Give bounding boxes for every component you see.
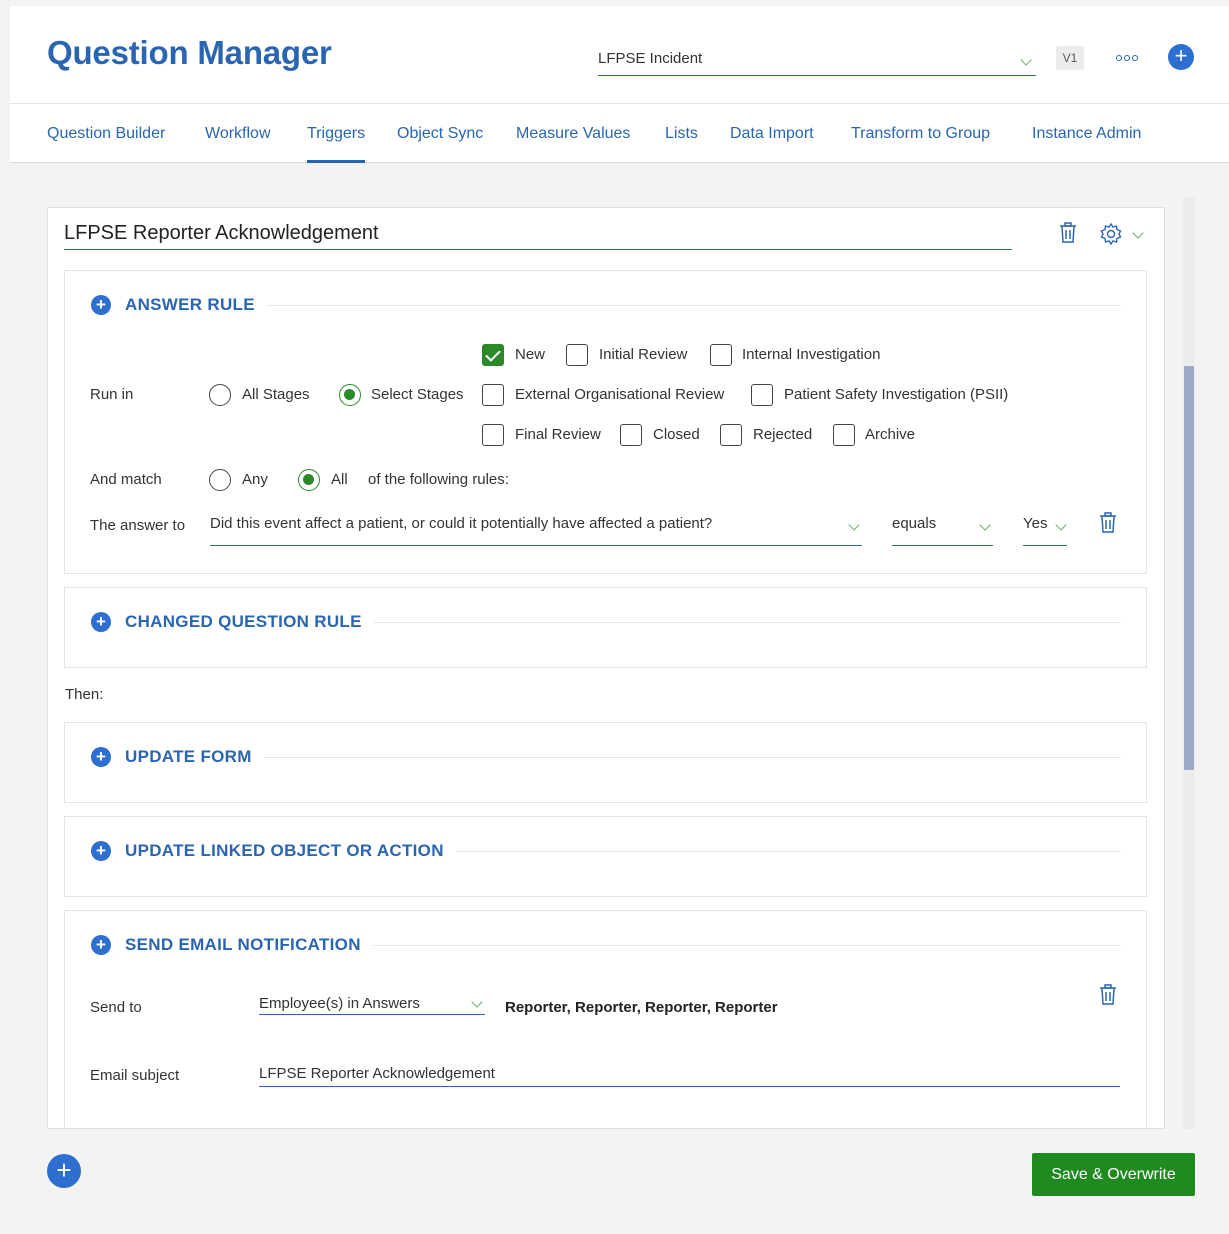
tab-data-import[interactable]: Data Import (730, 125, 814, 163)
version-badge[interactable]: V1 (1056, 46, 1084, 70)
send-to-label: Send to (90, 999, 142, 1016)
form-select-value: LFPSE Incident (598, 50, 703, 67)
checkbox-stage-closed[interactable] (620, 424, 642, 446)
chevron-down-icon (848, 519, 860, 531)
changed-question-rule-title: CHANGED QUESTION RULE (125, 612, 362, 631)
tab-workflow[interactable]: Workflow (205, 125, 271, 163)
app-title: Question Manager (47, 34, 332, 71)
email-subject-value: LFPSE Reporter Acknowledgement (259, 1065, 495, 1082)
checkbox-stage-initial-review[interactable] (566, 344, 588, 366)
add-changed-question-rule-icon[interactable]: + (91, 612, 111, 632)
trash-icon[interactable] (1099, 512, 1117, 534)
tab-transform-to-group[interactable]: Transform to Group (851, 125, 990, 163)
email-subject-label: Email subject (90, 1067, 180, 1084)
and-match-label: And match (90, 471, 162, 488)
gear-icon[interactable] (1099, 222, 1123, 246)
radio-match-any-label: Any (242, 471, 268, 488)
stage-label: External Organisational Review (515, 386, 725, 403)
add-trigger-button[interactable]: + (47, 1154, 81, 1188)
operator-select-value: equals (892, 515, 937, 532)
save-overwrite-button[interactable]: Save & Overwrite (1032, 1153, 1195, 1196)
stage-label: Archive (865, 426, 916, 443)
add-update-form-icon[interactable]: + (91, 747, 111, 767)
add-button[interactable]: + (1168, 44, 1194, 70)
radio-select-stages[interactable] (339, 384, 361, 406)
update-linked-section: + UPDATE LINKED OBJECT OR ACTION (64, 816, 1147, 897)
send-email-section: + SEND EMAIL NOTIFICATION Send to Employ… (64, 910, 1147, 1128)
changed-question-rule-section: + CHANGED QUESTION RULE (64, 587, 1147, 668)
stage-label: Final Review (515, 426, 601, 443)
update-linked-title: UPDATE LINKED OBJECT OR ACTION (125, 841, 444, 860)
add-send-email-icon[interactable]: + (91, 935, 111, 955)
app-header: Question Manager LFPSE Incident V1 + (10, 6, 1229, 103)
radio-select-stages-label: Select Stages (371, 386, 464, 403)
divider (372, 944, 1121, 946)
divider (455, 850, 1121, 852)
trigger-card: LFPSE Reporter Acknowledgement + ANSWER … (47, 207, 1165, 1129)
main-nav: Question Builder Workflow Triggers Objec… (10, 103, 1229, 163)
update-form-section: + UPDATE FORM (64, 722, 1147, 803)
checkbox-stage-final-review[interactable] (482, 424, 504, 446)
stage-label: New (515, 346, 546, 363)
question-select[interactable]: Did this event affect a patient, or coul… (210, 515, 862, 546)
form-select[interactable]: LFPSE Incident (598, 48, 1036, 76)
send-email-title: SEND EMAIL NOTIFICATION (125, 935, 361, 954)
tab-instance-admin[interactable]: Instance Admin (1032, 125, 1141, 163)
add-answer-rule-icon[interactable]: + (91, 295, 111, 315)
chevron-down-icon (1020, 54, 1032, 66)
chevron-down-icon[interactable] (1132, 227, 1144, 239)
chevron-down-icon (979, 519, 991, 531)
tab-question-builder[interactable]: Question Builder (47, 125, 165, 163)
match-suffix: of the following rules: (368, 471, 509, 488)
scrollbar-thumb[interactable] (1184, 366, 1194, 770)
tab-lists[interactable]: Lists (665, 125, 698, 163)
more-options-icon[interactable] (1116, 48, 1140, 68)
email-subject-input[interactable]: LFPSE Reporter Acknowledgement (259, 1065, 1120, 1087)
tab-measure-values[interactable]: Measure Values (516, 125, 630, 163)
radio-match-all-label: All (331, 471, 348, 488)
update-form-title: UPDATE FORM (125, 747, 252, 766)
answer-rule-section: + ANSWER RULE Run in All Stages Select S… (64, 270, 1147, 574)
radio-all-stages-label: All Stages (242, 386, 310, 403)
checkbox-stage-internal-investigation[interactable] (710, 344, 732, 366)
tab-object-sync[interactable]: Object Sync (397, 125, 483, 163)
stage-label: Internal Investigation (742, 346, 881, 363)
send-to-select[interactable]: Employee(s) in Answers (259, 995, 485, 1015)
stage-label: Initial Review (599, 346, 688, 363)
checkbox-stage-external-review[interactable] (482, 384, 504, 406)
send-to-select-value: Employee(s) in Answers (259, 995, 420, 1012)
checkbox-stage-archive[interactable] (833, 424, 855, 446)
checkbox-stage-psii[interactable] (751, 384, 773, 406)
chevron-down-icon (1055, 519, 1067, 531)
divider (266, 304, 1121, 306)
recipients-list: Reporter, Reporter, Reporter, Reporter (505, 999, 778, 1016)
divider (373, 621, 1121, 623)
trash-icon[interactable] (1059, 222, 1077, 244)
radio-match-any[interactable] (209, 469, 231, 491)
add-update-linked-icon[interactable]: + (91, 841, 111, 861)
question-select-value: Did this event affect a patient, or coul… (210, 515, 713, 532)
operator-select[interactable]: equals (892, 515, 993, 546)
stage-label: Patient Safety Investigation (PSII) (784, 386, 1009, 403)
tab-triggers[interactable]: Triggers (307, 125, 366, 163)
trash-icon[interactable] (1099, 984, 1117, 1006)
radio-match-all[interactable] (298, 469, 320, 491)
run-in-label: Run in (90, 386, 134, 403)
answer-to-label: The answer to (90, 517, 186, 534)
stage-label: Rejected (753, 426, 813, 443)
trigger-name-input[interactable]: LFPSE Reporter Acknowledgement (64, 222, 1012, 250)
chevron-down-icon (471, 996, 483, 1008)
value-select-value: Yes (1023, 515, 1048, 532)
checkbox-stage-new[interactable] (482, 344, 504, 366)
answer-rule-title: ANSWER RULE (125, 295, 255, 314)
checkbox-stage-rejected[interactable] (720, 424, 742, 446)
then-label: Then: (65, 686, 104, 703)
divider (263, 756, 1121, 758)
value-select[interactable]: Yes (1023, 515, 1067, 546)
radio-all-stages[interactable] (209, 384, 231, 406)
stage-label: Closed (653, 426, 700, 443)
